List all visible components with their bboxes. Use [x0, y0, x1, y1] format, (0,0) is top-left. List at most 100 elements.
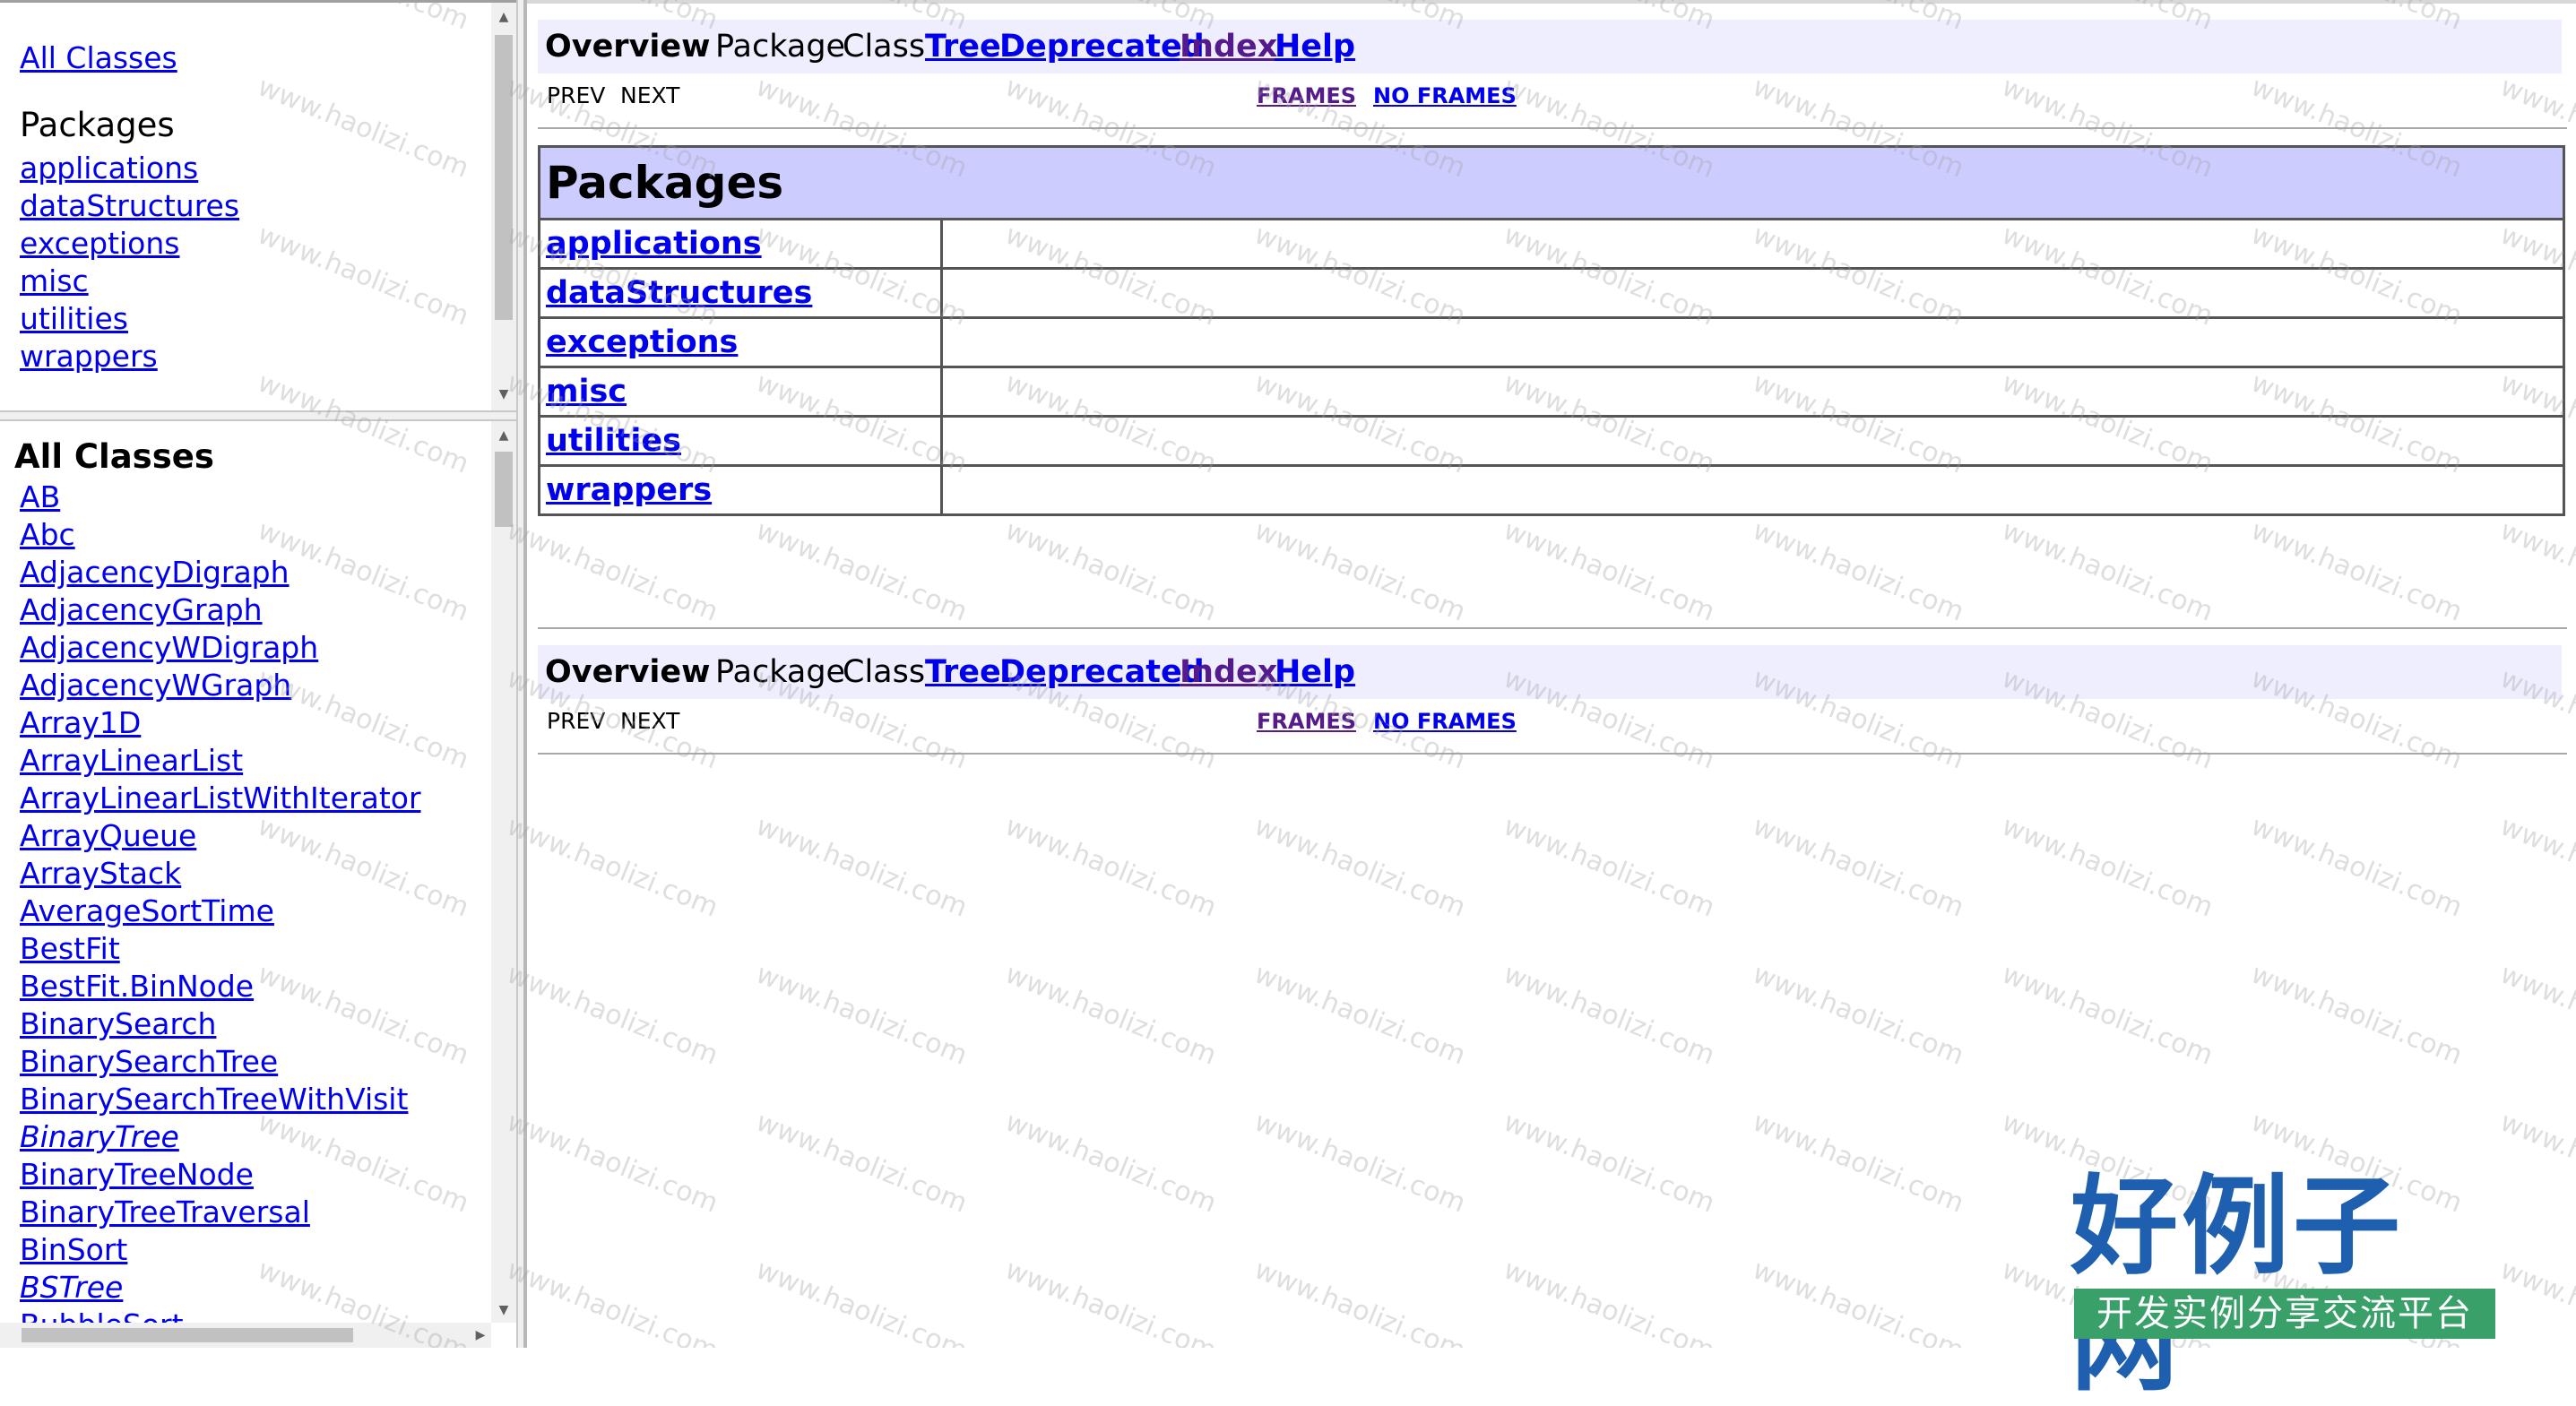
package-frame-scrollbar[interactable]: ▲ ▼ — [491, 3, 516, 410]
package-description-cell — [940, 464, 2565, 516]
nav-overview-current: Overview — [545, 20, 711, 73]
class-link[interactable]: BinaryTree — [20, 1119, 179, 1154]
frame-splitter-horizontal[interactable] — [0, 410, 516, 421]
nav-class: Class — [843, 654, 926, 690]
list-item: ArrayLinearListWithIterator — [20, 780, 421, 817]
class-link[interactable]: AdjacencyGraph — [20, 592, 263, 627]
packages-heading: Packages — [20, 106, 175, 144]
package-link[interactable]: dataStructures — [546, 275, 812, 311]
divider — [538, 627, 2567, 629]
package-link-misc[interactable]: misc — [20, 263, 89, 298]
list-item: wrappers — [20, 338, 239, 375]
class-frame-horizontal-scrollbar[interactable]: ▶ — [0, 1323, 491, 1348]
list-item: BinarySearchTreeWithVisit — [20, 1081, 421, 1118]
class-list-frame: All Classes AB Abc AdjacencyDigraph Adjacen… — [0, 421, 516, 1348]
class-link[interactable]: BinarySearch — [20, 1006, 216, 1041]
nav-overview-current: Overview — [545, 645, 711, 699]
class-link[interactable]: BinarySearchTree — [20, 1044, 278, 1079]
frames-link[interactable]: FRAMES — [1257, 83, 1356, 108]
scroll-down-arrow-icon[interactable]: ▼ — [491, 384, 516, 405]
logo-title: 好例子网 — [2070, 1165, 2404, 1406]
class-link[interactable]: Array1D — [20, 705, 141, 740]
package-link-wrappers[interactable]: wrappers — [20, 339, 158, 374]
package-list: applications dataStructures exceptions m… — [20, 150, 239, 375]
package-link-datastructures[interactable]: dataStructures — [20, 188, 239, 223]
nav-index-link[interactable]: Index — [1180, 20, 1277, 73]
nav-deprecated-link[interactable]: Deprecated — [999, 20, 1205, 73]
class-link[interactable]: BinarySearchTreeWithVisit — [20, 1082, 408, 1117]
package-link[interactable]: misc — [546, 374, 627, 410]
package-name-cell: dataStructures — [538, 267, 943, 319]
list-item: applications — [20, 150, 239, 187]
package-link-applications[interactable]: applications — [20, 151, 198, 185]
class-link[interactable]: BinSort — [20, 1232, 127, 1267]
prev-label: PREV — [547, 708, 606, 734]
package-link[interactable]: wrappers — [546, 472, 712, 508]
frame-splitter-vertical[interactable] — [516, 0, 527, 1348]
package-name-cell: applications — [538, 218, 943, 270]
next-label: NEXT — [620, 82, 680, 108]
class-link[interactable]: BinaryTreeTraversal — [20, 1195, 310, 1229]
class-list: AB Abc AdjacencyDigraph AdjacencyGraph Adjac… — [20, 479, 421, 1344]
packages-table: Packages applications dataStructures excep… — [538, 145, 2565, 516]
package-link[interactable]: utilities — [546, 423, 681, 459]
nav-deprecated-link[interactable]: Deprecated — [999, 645, 1205, 699]
list-item: BinaryTreeNode — [20, 1156, 421, 1194]
list-item: ArrayQueue — [20, 817, 421, 855]
list-item: Abc — [20, 516, 421, 554]
list-item: dataStructures — [20, 187, 239, 225]
class-link[interactable]: AdjacencyWDigraph — [20, 630, 318, 665]
scroll-up-arrow-icon[interactable]: ▲ — [491, 425, 516, 446]
nav-class: Class — [843, 29, 926, 65]
divider — [538, 753, 2567, 755]
package-link-exceptions[interactable]: exceptions — [20, 226, 179, 261]
class-link[interactable]: ArrayLinearListWithIterator — [20, 781, 421, 815]
bottom-navbar: Overview Package Class Tree Deprecated I… — [538, 645, 2562, 699]
class-link[interactable]: BestFit.BinNode — [20, 969, 254, 1004]
package-list-frame: All Classes Packages applications dataSt… — [0, 0, 516, 410]
class-link[interactable]: AdjacencyDigraph — [20, 555, 290, 590]
package-link-utilities[interactable]: utilities — [20, 301, 128, 336]
class-link[interactable]: AdjacencyWGraph — [20, 668, 291, 703]
class-link[interactable]: ArrayQueue — [20, 818, 196, 853]
scroll-right-arrow-icon[interactable]: ▶ — [470, 1323, 491, 1348]
nav-tree-link[interactable]: Tree — [925, 645, 1001, 699]
list-item: BinaryTreeTraversal — [20, 1194, 421, 1231]
package-name-cell: exceptions — [538, 316, 943, 368]
list-item: AB — [20, 479, 421, 516]
package-description-cell — [940, 366, 2565, 418]
nav-help-link[interactable]: Help — [1275, 20, 1355, 73]
nav-help-link[interactable]: Help — [1275, 645, 1355, 699]
class-link[interactable]: Abc — [20, 517, 75, 552]
frames-link[interactable]: FRAMES — [1257, 709, 1356, 734]
scrollbar-thumb[interactable] — [495, 452, 513, 527]
nav-index-link[interactable]: Index — [1180, 645, 1277, 699]
prev-label: PREV — [547, 82, 606, 108]
package-description-cell — [940, 415, 2565, 467]
table-row: misc — [538, 366, 2565, 418]
scrollbar-thumb[interactable] — [22, 1328, 353, 1342]
class-link[interactable]: BSTree — [20, 1270, 123, 1305]
all-classes-link[interactable]: All Classes — [20, 40, 177, 75]
no-frames-link[interactable]: NO FRAMES — [1373, 709, 1517, 734]
class-link[interactable]: BinaryTreeNode — [20, 1157, 254, 1192]
scroll-up-arrow-icon[interactable]: ▲ — [491, 6, 516, 28]
class-frame-scrollbar[interactable]: ▲ ▼ — [491, 421, 516, 1323]
no-frames-link[interactable]: NO FRAMES — [1373, 83, 1517, 108]
package-link[interactable]: applications — [546, 226, 762, 262]
package-link[interactable]: exceptions — [546, 324, 738, 360]
logo-subtitle: 开发实例分享交流平台 — [2074, 1289, 2495, 1339]
class-link[interactable]: ArrayLinearList — [20, 743, 243, 778]
nav-tree-link[interactable]: Tree — [925, 20, 1001, 73]
scroll-down-arrow-icon[interactable]: ▼ — [491, 1299, 516, 1321]
class-link[interactable]: ArrayStack — [20, 856, 181, 891]
class-link[interactable]: AverageSortTime — [20, 893, 274, 928]
list-item: AdjacencyWGraph — [20, 667, 421, 704]
list-item: AverageSortTime — [20, 893, 421, 930]
class-link[interactable]: BestFit — [20, 931, 120, 966]
list-item: AdjacencyWDigraph — [20, 629, 421, 667]
list-item: Array1D — [20, 704, 421, 742]
scrollbar-thumb[interactable] — [495, 35, 513, 320]
table-row: dataStructures — [538, 267, 2565, 319]
class-link[interactable]: AB — [20, 479, 60, 514]
